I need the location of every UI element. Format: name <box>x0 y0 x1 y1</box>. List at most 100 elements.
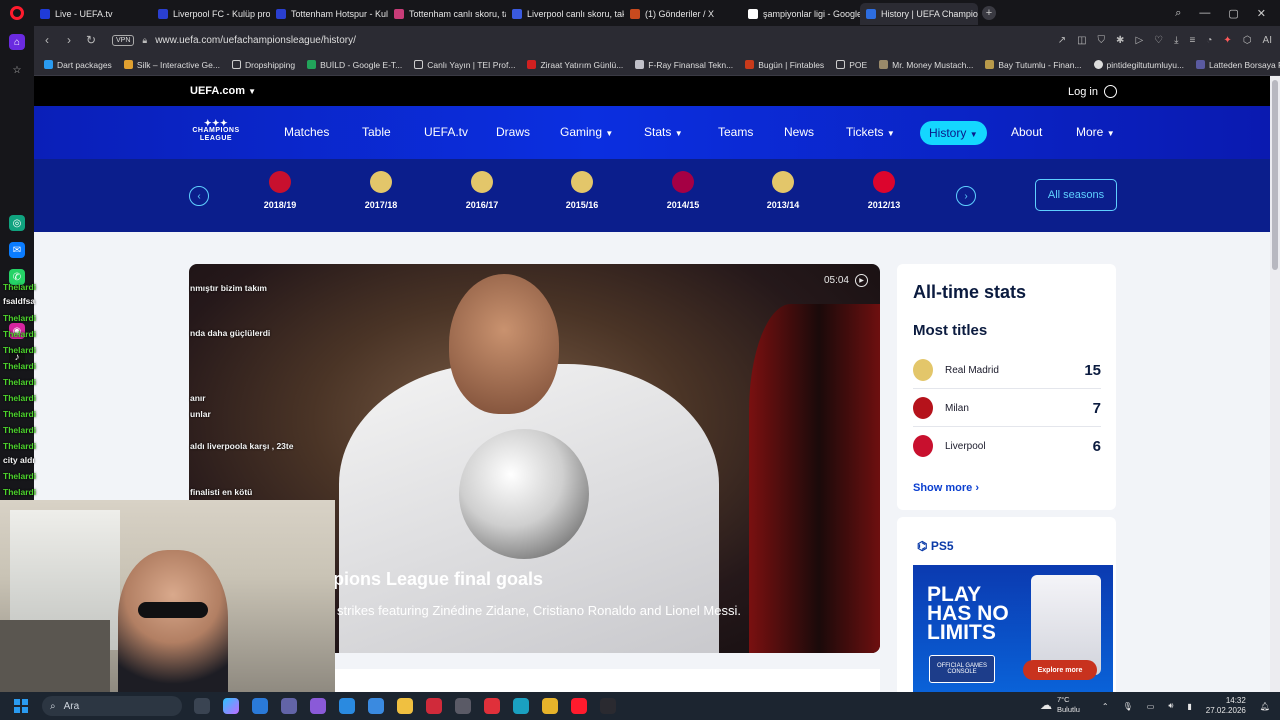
carousel-prev-button[interactable]: ‹ <box>189 186 209 206</box>
reload-icon[interactable]: ↻ <box>80 33 102 47</box>
ai-icon[interactable]: AI <box>1263 35 1272 46</box>
vpn-badge[interactable]: VPN <box>112 34 135 46</box>
season-item[interactable]: 2018/19 <box>240 171 320 210</box>
wallet-icon[interactable]: ✦ <box>1223 35 1231 46</box>
tab-google-search[interactable]: şampiyonlar ligi - Google <box>742 3 860 25</box>
weather-widget[interactable]: ☁ 7°C Bulutlu <box>1040 695 1080 715</box>
search-tabs-icon[interactable]: ⌕ <box>1175 7 1181 20</box>
bookmark-item[interactable]: Dart packages <box>44 60 112 70</box>
store-icon[interactable] <box>252 698 268 714</box>
profile-icon[interactable]: ◔ <box>1206 35 1212 46</box>
nav-more[interactable]: More ▼ <box>1076 125 1115 139</box>
opera-logo-icon[interactable] <box>0 0 34 26</box>
tab-x-posts[interactable]: (1) Gönderiler / X <box>624 3 742 25</box>
carousel-next-button[interactable]: › <box>956 186 976 206</box>
season-item[interactable]: 2015/16 <box>542 171 622 210</box>
notification-icon[interactable]: 🔔︎ <box>1260 702 1270 711</box>
nav-uefa-tv[interactable]: UEFA.tv <box>424 125 468 139</box>
tab-liverpool-profile[interactable]: Liverpool FC - Kulüp profi <box>152 3 270 25</box>
home-icon[interactable]: ⌂ <box>9 34 25 50</box>
extension-icon[interactable]: ✱ <box>1116 35 1124 46</box>
nav-draws[interactable]: Draws <box>496 125 530 139</box>
nav-history[interactable]: History ▼ <box>920 121 987 145</box>
bookmark-item[interactable]: F-Ray Finansal Tekn... <box>635 60 733 70</box>
ps5-advert[interactable]: ⌬ PS5 PLAY HAS NO LIMITS OFFICIAL GAMES … <box>897 517 1116 692</box>
menu-icon[interactable]: ≡ <box>1190 35 1196 46</box>
nav-about[interactable]: About <box>1011 125 1042 139</box>
back-icon[interactable]: ‹ <box>36 33 58 47</box>
forward-icon[interactable]: › <box>58 33 80 47</box>
maximize-icon[interactable]: ▢ <box>1228 7 1238 20</box>
chevron-up-icon[interactable]: ⌃ <box>1102 702 1109 711</box>
app-icon[interactable] <box>426 698 442 714</box>
nav-teams[interactable]: Teams <box>718 125 753 139</box>
app-icon[interactable] <box>368 698 384 714</box>
copilot-icon[interactable] <box>223 698 239 714</box>
nav-tickets[interactable]: Tickets ▼ <box>846 125 895 139</box>
clock[interactable]: 14:32 27.02.2026 <box>1206 696 1246 716</box>
url-input[interactable]: www.uefa.com/uefachampionsleague/history… <box>155 35 356 46</box>
send-icon[interactable]: ↗ <box>1058 35 1066 46</box>
nav-table[interactable]: Table <box>362 125 391 139</box>
video-title[interactable]: pions League final goals <box>333 569 543 590</box>
download-icon[interactable]: ⤓ <box>1174 35 1178 46</box>
nav-news[interactable]: News <box>784 125 814 139</box>
folder-icon[interactable] <box>397 698 413 714</box>
teams-icon[interactable] <box>281 698 297 714</box>
explore-more-button[interactable]: Explore more <box>1023 660 1097 680</box>
bookmark-item[interactable]: Bugün | Fintables <box>745 60 824 70</box>
page-scrollbar[interactable] <box>1270 76 1280 692</box>
tab-uefa-history[interactable]: History | UEFA Champions <box>860 3 978 25</box>
bookmark-item[interactable]: Canlı Yayın | TEI Prof... <box>414 60 515 70</box>
vscode-icon[interactable] <box>339 698 355 714</box>
bookmark-item[interactable]: Ziraat Yatırım Günlü... <box>527 60 623 70</box>
bookmark-item[interactable]: Latteden Borsaya Fi... <box>1196 60 1280 70</box>
taskbar-search-input[interactable]: ⌕ Ara <box>42 696 182 716</box>
chrome-icon[interactable] <box>542 698 558 714</box>
close-icon[interactable]: ✕ <box>1257 7 1266 20</box>
camera-icon[interactable]: ◫ <box>1077 35 1086 46</box>
bookmark-item[interactable]: pintidegiltutumluyu... <box>1093 60 1184 70</box>
tab-tottenham-profile[interactable]: Tottenham Hotspur - Kulü <box>270 3 388 25</box>
play-icon[interactable]: ▶ <box>855 274 868 287</box>
nav-matches[interactable]: Matches <box>284 125 329 139</box>
app-icon[interactable] <box>600 698 616 714</box>
cube-icon[interactable]: ⬡ <box>1243 35 1252 46</box>
tab-tottenham-score[interactable]: Tottenham canlı skoru, tak <box>388 3 506 25</box>
messenger-icon[interactable]: ✉ <box>9 242 25 258</box>
app-icon[interactable] <box>455 698 471 714</box>
shield-icon[interactable]: ⛉ <box>1098 35 1106 46</box>
minimize-icon[interactable]: — <box>1199 7 1210 19</box>
opera-icon[interactable] <box>571 698 587 714</box>
club-row-real-madrid[interactable]: Real Madrid 15 <box>913 355 1101 385</box>
season-item[interactable]: 2014/15 <box>643 171 723 210</box>
new-tab-icon[interactable]: + <box>982 6 996 20</box>
season-item[interactable]: 2017/18 <box>341 171 421 210</box>
bookmark-item[interactable]: BUİLD - Google E-T... <box>307 60 402 70</box>
tab-liverpool-score[interactable]: Liverpool canlı skoru, takv <box>506 3 624 25</box>
bookmark-item[interactable]: Bay Tutumlu - Finan... <box>985 60 1082 70</box>
edge-icon[interactable] <box>513 698 529 714</box>
app-icon[interactable] <box>484 698 500 714</box>
chatgpt-icon[interactable]: ◎ <box>9 215 25 231</box>
uefa-brand-link[interactable]: UEFA.com ▼ <box>190 85 256 97</box>
bookmark-item[interactable]: Dropshipping <box>231 60 295 70</box>
login-button[interactable]: Log in <box>1068 85 1117 98</box>
player-icon[interactable]: ▷ <box>1135 35 1143 46</box>
bookmark-item[interactable]: Silk – Interactive Ge... <box>123 60 220 70</box>
season-item[interactable]: 2016/17 <box>442 171 522 210</box>
season-item[interactable]: 2013/14 <box>743 171 823 210</box>
bookmark-item[interactable]: POE <box>836 60 867 70</box>
lock-icon[interactable]: 🔒︎ <box>142 35 147 46</box>
windows-start-icon[interactable] <box>14 699 28 713</box>
nav-stats[interactable]: Stats ▼ <box>644 125 683 139</box>
club-row-liverpool[interactable]: Liverpool 6 <box>913 431 1101 461</box>
visual-studio-icon[interactable] <box>310 698 326 714</box>
star-icon[interactable]: ☆ <box>9 62 25 78</box>
scrollbar-thumb[interactable] <box>1272 80 1278 270</box>
season-item[interactable]: 2012/13 <box>844 171 924 210</box>
battery-icon[interactable]: ▮ <box>1187 702 1191 711</box>
ucl-logo[interactable]: ✦✦✦ CHAMPIONS LEAGUE <box>186 119 246 143</box>
microphone-icon[interactable]: 🎙︎ <box>1123 702 1133 711</box>
bookmark-item[interactable]: Mr. Money Mustach... <box>879 60 973 70</box>
